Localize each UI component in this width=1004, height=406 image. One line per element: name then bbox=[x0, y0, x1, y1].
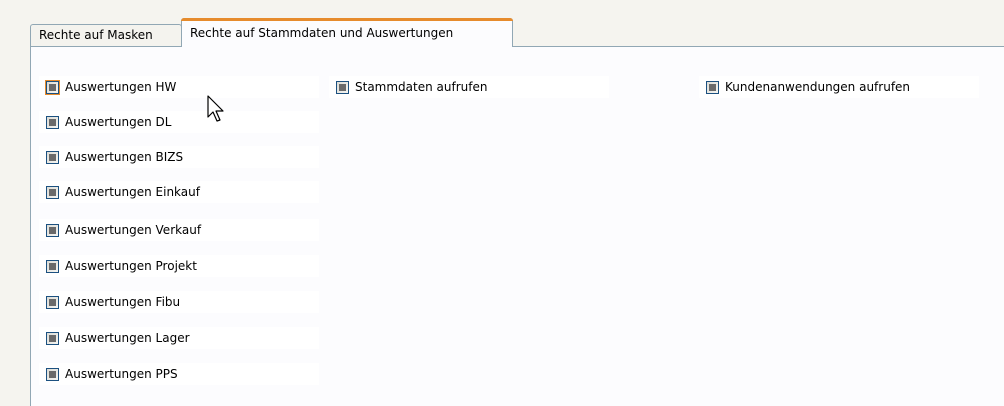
checkbox-auswertungen-dl[interactable]: Auswertungen DL bbox=[39, 111, 319, 133]
checkbox-indeterminate-icon[interactable] bbox=[46, 185, 59, 199]
checkbox-indeterminate-icon[interactable] bbox=[46, 295, 59, 309]
checkbox-auswertungen-fibu[interactable]: Auswertungen Fibu bbox=[39, 291, 319, 313]
checkbox-indeterminate-icon[interactable] bbox=[46, 223, 59, 237]
checkbox-indeterminate-icon[interactable] bbox=[46, 259, 59, 273]
checkbox-label: Kundenanwendungen aufrufen bbox=[725, 80, 911, 94]
tab-rechte-auf-stammdaten-und-auswertungen[interactable]: Rechte auf Stammdaten und Auswertungen bbox=[181, 18, 513, 47]
checkbox-auswertungen-hw[interactable]: Auswertungen HW bbox=[39, 76, 319, 98]
checkbox-indeterminate-icon[interactable] bbox=[46, 331, 59, 345]
checkbox-label: Auswertungen DL bbox=[65, 115, 172, 129]
checkbox-auswertungen-pps[interactable]: Auswertungen PPS bbox=[39, 363, 319, 385]
checkbox-label: Auswertungen Fibu bbox=[65, 295, 181, 309]
checkbox-indeterminate-icon[interactable] bbox=[336, 80, 349, 94]
checkbox-kundenanwendungen-aufrufen[interactable]: Kundenanwendungen aufrufen bbox=[699, 76, 979, 98]
tab-strip: Rechte auf Masken Rechte auf Stammdaten … bbox=[0, 0, 1004, 47]
checkbox-label: Auswertungen Verkauf bbox=[65, 223, 202, 237]
checkbox-auswertungen-lager[interactable]: Auswertungen Lager bbox=[39, 327, 319, 349]
checkbox-indeterminate-icon[interactable] bbox=[46, 367, 59, 381]
checkbox-indeterminate-icon[interactable] bbox=[46, 115, 59, 129]
tab-rechte-auf-masken[interactable]: Rechte auf Masken bbox=[30, 24, 182, 46]
checkbox-indeterminate-icon[interactable] bbox=[706, 80, 719, 94]
checkbox-indeterminate-icon[interactable] bbox=[46, 150, 59, 164]
checkbox-label: Auswertungen Lager bbox=[65, 331, 190, 345]
checkbox-label: Auswertungen Projekt bbox=[65, 259, 197, 273]
checkbox-label: Auswertungen BIZS bbox=[65, 150, 184, 164]
checkbox-auswertungen-verkauf[interactable]: Auswertungen Verkauf bbox=[39, 219, 319, 241]
checkbox-label: Stammdaten aufrufen bbox=[355, 80, 488, 94]
checkbox-label: Auswertungen Einkauf bbox=[65, 185, 200, 199]
checkbox-auswertungen-projekt[interactable]: Auswertungen Projekt bbox=[39, 255, 319, 277]
checkbox-stammdaten-aufrufen[interactable]: Stammdaten aufrufen bbox=[329, 76, 609, 98]
checkbox-indeterminate-icon[interactable] bbox=[45, 79, 60, 95]
checkbox-label: Auswertungen PPS bbox=[65, 367, 178, 381]
tab-panel: Auswertungen HW Auswertungen DL Auswertu… bbox=[30, 46, 1004, 406]
checkbox-auswertungen-einkauf[interactable]: Auswertungen Einkauf bbox=[39, 181, 319, 203]
checkbox-label: Auswertungen HW bbox=[65, 80, 177, 94]
checkbox-auswertungen-bizs[interactable]: Auswertungen BIZS bbox=[39, 146, 319, 168]
